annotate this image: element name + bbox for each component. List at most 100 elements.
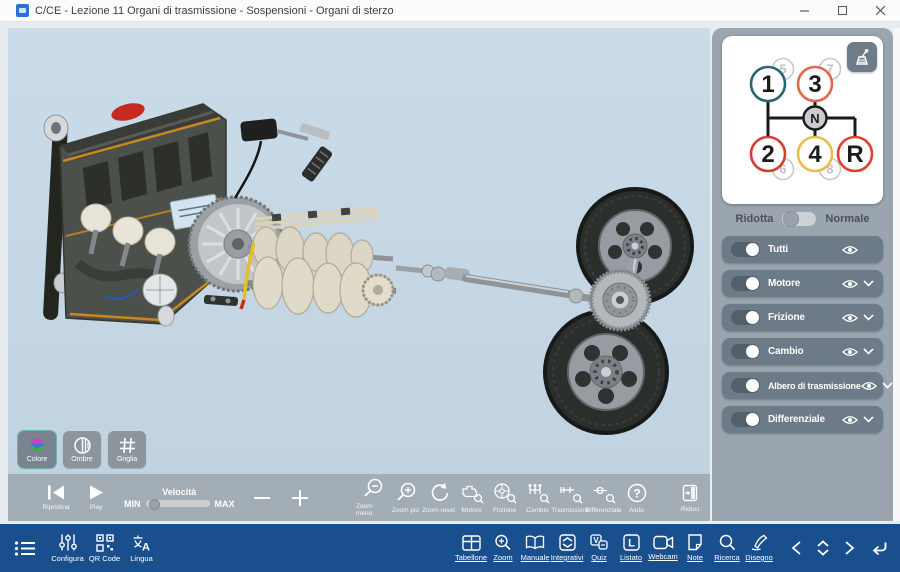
grid-button[interactable]: Griglia bbox=[108, 431, 146, 468]
supplements-button[interactable]: Integrativi bbox=[551, 534, 583, 562]
speed-label: Velocità bbox=[162, 487, 196, 497]
chevron-right-icon[interactable] bbox=[844, 540, 855, 556]
play-button[interactable]: Play bbox=[78, 484, 114, 511]
svg-text:N: N bbox=[810, 111, 819, 126]
quiz-label: Quiz bbox=[591, 553, 606, 562]
chevron-down-icon[interactable] bbox=[882, 382, 893, 389]
draw-button[interactable]: Disegno bbox=[743, 534, 775, 562]
gear-shifter-button[interactable] bbox=[847, 42, 877, 72]
eye-icon[interactable] bbox=[842, 313, 858, 323]
language-button[interactable]: A Lingua bbox=[124, 534, 159, 563]
chevron-down-icon[interactable] bbox=[863, 348, 874, 355]
zoom-reset-button[interactable]: Zoom reset bbox=[422, 482, 455, 514]
chevron-down-icon[interactable] bbox=[863, 314, 874, 321]
zoom-differential-button[interactable]: Differenziale bbox=[587, 482, 620, 514]
notes-label: Note bbox=[687, 553, 703, 562]
exit-return-icon[interactable] bbox=[869, 540, 888, 557]
notes-button[interactable]: Note bbox=[679, 534, 711, 562]
3d-scene bbox=[8, 28, 710, 474]
color-button[interactable]: Colore bbox=[18, 431, 56, 468]
zoom-gearbox-button[interactable]: Cambio bbox=[521, 482, 554, 514]
mode-toggle-knob[interactable] bbox=[783, 211, 799, 227]
reduce-button[interactable]: Riduci bbox=[672, 483, 708, 513]
speed-slider-knob[interactable] bbox=[149, 499, 160, 510]
expand-vertical-icon[interactable] bbox=[816, 539, 830, 557]
zoom-in-button[interactable]: Zoom più bbox=[389, 482, 422, 514]
svg-text:A: A bbox=[142, 541, 150, 552]
toggle-row-all[interactable]: Tutti bbox=[722, 236, 883, 263]
eye-icon[interactable] bbox=[842, 347, 858, 357]
qr-code-button[interactable]: QR Code bbox=[87, 534, 122, 563]
toggle-row-gearbox[interactable]: Cambio bbox=[722, 338, 883, 365]
eye-icon[interactable] bbox=[842, 279, 858, 289]
zoom-tool-button[interactable]: Zoom bbox=[487, 534, 519, 562]
configure-label: Configura bbox=[51, 554, 84, 563]
listing-button[interactable]: L Listato bbox=[615, 534, 647, 562]
maximize-button[interactable] bbox=[824, 0, 862, 21]
board-label: Tabellone bbox=[455, 553, 487, 562]
gearbox-label: Cambio bbox=[768, 346, 803, 357]
right-edge-strip bbox=[893, 28, 900, 521]
main-toolbar: Configura QR Code bbox=[0, 524, 900, 572]
speed-increase-button[interactable] bbox=[283, 489, 317, 507]
help-button[interactable]: ? Aiuto bbox=[620, 482, 653, 514]
chevron-down-icon[interactable] bbox=[863, 280, 874, 287]
eye-icon[interactable] bbox=[842, 245, 858, 255]
differential-model bbox=[591, 271, 649, 329]
webcam-button[interactable]: Webcam bbox=[647, 535, 679, 561]
speed-decrease-button[interactable] bbox=[245, 489, 279, 507]
chevron-down-icon[interactable] bbox=[863, 416, 874, 423]
speed-control: Velocità MIN MAX bbox=[124, 487, 235, 509]
svg-text:R: R bbox=[846, 141, 863, 168]
mode-selector: Ridotta Normale bbox=[712, 212, 893, 226]
close-button[interactable] bbox=[862, 0, 900, 21]
zoom-plus-icon bbox=[494, 534, 512, 551]
speed-slider[interactable] bbox=[146, 500, 210, 507]
bottom-wheel bbox=[545, 311, 667, 433]
svg-text:L: L bbox=[628, 538, 635, 550]
color-label: Colore bbox=[27, 456, 48, 463]
board-button[interactable]: Tabellone bbox=[455, 535, 487, 562]
list-icon bbox=[14, 540, 36, 557]
zoom-out-button[interactable]: Zoom meno bbox=[356, 478, 389, 517]
zoom-engine-button[interactable]: Motore bbox=[455, 482, 488, 514]
clutch-toggle[interactable] bbox=[731, 310, 760, 325]
restart-button[interactable]: Ripristina bbox=[38, 484, 74, 511]
qr-code-label: QR Code bbox=[89, 554, 120, 563]
chevron-left-icon[interactable] bbox=[791, 540, 802, 556]
zoom-transmission-button[interactable]: Trasmissione bbox=[554, 482, 587, 514]
eye-icon[interactable] bbox=[861, 381, 877, 391]
listing-icon: L bbox=[623, 534, 640, 551]
zoom-reset-icon bbox=[427, 482, 451, 504]
minimize-button[interactable] bbox=[786, 0, 824, 21]
plus-icon bbox=[291, 489, 309, 507]
eye-icon[interactable] bbox=[842, 415, 858, 425]
zoom-reset-label: Zoom reset bbox=[422, 507, 455, 514]
driveshaft-toggle[interactable] bbox=[731, 378, 760, 393]
configure-button[interactable]: Configura bbox=[50, 533, 85, 563]
toggle-row-driveshaft[interactable]: Albero di trasmissione bbox=[722, 372, 883, 399]
manual-button[interactable]: Manuale bbox=[519, 535, 551, 562]
gearbox-toggle[interactable] bbox=[731, 344, 760, 359]
engine-toggle[interactable] bbox=[731, 276, 760, 291]
toggle-row-engine[interactable]: Motore bbox=[722, 270, 883, 297]
toggle-row-differential[interactable]: Differenziale bbox=[722, 406, 883, 433]
search-button[interactable]: Ricerca bbox=[711, 534, 743, 562]
skip-start-icon bbox=[46, 484, 66, 501]
all-label: Tutti bbox=[768, 244, 788, 255]
titlebar: C/CE - Lezione 11 Organi di trasmissione… bbox=[0, 0, 900, 22]
transmission-zoom-icon bbox=[559, 482, 583, 504]
menu-list-button[interactable] bbox=[10, 540, 40, 557]
gear-shifter-icon bbox=[852, 48, 872, 66]
mode-toggle[interactable] bbox=[782, 212, 816, 226]
webcam-icon bbox=[653, 535, 674, 550]
mode-reduced-label: Ridotta bbox=[736, 213, 774, 225]
quiz-button[interactable]: V Quiz bbox=[583, 534, 615, 562]
differential-toggle[interactable] bbox=[731, 412, 760, 427]
3d-viewport[interactable]: Colore Ombre Griglia bbox=[8, 28, 710, 474]
zoom-engine-label: Motore bbox=[461, 507, 481, 514]
shadows-button[interactable]: Ombre bbox=[63, 431, 101, 468]
all-toggle[interactable] bbox=[731, 242, 760, 257]
toggle-row-clutch[interactable]: Frizione bbox=[722, 304, 883, 331]
zoom-clutch-button[interactable]: Frizione bbox=[488, 482, 521, 514]
